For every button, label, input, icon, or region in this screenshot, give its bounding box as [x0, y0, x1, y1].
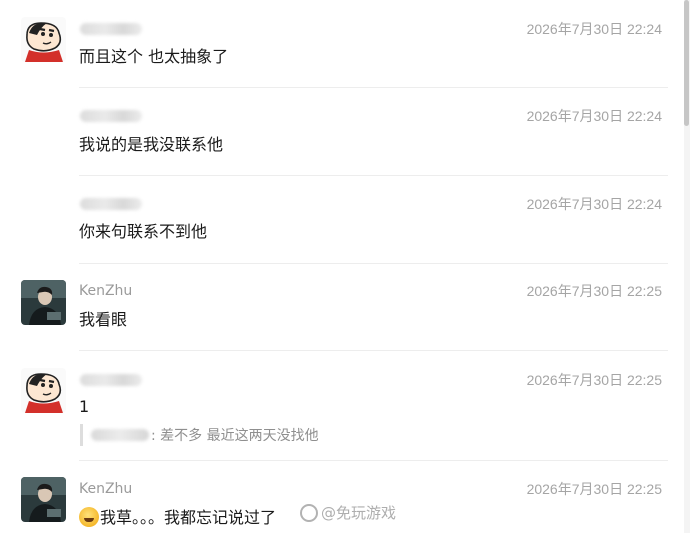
message-text[interactable]: 1: [79, 396, 89, 418]
sender-name-hidden: [80, 23, 142, 35]
watermark: @免玩游戏: [300, 502, 396, 523]
message-text: 我草。。。我都忘记说过了: [100, 508, 277, 527]
crayon-shin-chan-avatar-icon: [21, 17, 66, 62]
quoted-sender-hidden: [91, 429, 149, 441]
avatar[interactable]: [21, 17, 66, 62]
message-divider: [79, 263, 668, 264]
chat-history: 2026年7月30日 22:24 而且这个 也太抽象了 2026年7月30日 2…: [0, 0, 690, 533]
avatar[interactable]: [21, 477, 66, 522]
message-timestamp: 2026年7月30日 22:25: [526, 372, 662, 388]
quoted-text: : 差不多 最近这两天没找他: [151, 428, 319, 444]
message-text[interactable]: 我说的是我没联系他: [79, 134, 223, 156]
avatar[interactable]: [21, 280, 66, 325]
sender-name[interactable]: KenZhu: [79, 282, 132, 300]
dark-photo-avatar-icon: [21, 477, 66, 522]
sender-name-hidden: [80, 110, 142, 122]
sender-name-hidden: [80, 198, 142, 210]
message-divider: [79, 460, 668, 461]
crayon-shin-chan-avatar-icon: [21, 368, 66, 413]
message-text[interactable]: 而且这个 也太抽象了: [79, 46, 228, 68]
scrollbar-thumb[interactable]: [684, 0, 689, 126]
quoted-message[interactable]: : 差不多 最近这两天没找他: [80, 424, 319, 446]
watermark-text: @免玩游戏: [321, 504, 397, 522]
message-timestamp: 2026年7月30日 22:25: [526, 481, 662, 497]
laughing-emoji-icon: [79, 507, 99, 527]
weibo-logo-icon: [300, 503, 318, 522]
sender-name-hidden: [80, 374, 142, 386]
message-divider: [79, 175, 668, 176]
message-timestamp: 2026年7月30日 22:25: [526, 283, 662, 299]
message-divider: [79, 350, 668, 351]
avatar[interactable]: [21, 368, 66, 413]
dark-photo-avatar-icon: [21, 280, 66, 325]
message-timestamp: 2026年7月30日 22:24: [526, 21, 662, 37]
message-timestamp: 2026年7月30日 22:24: [526, 108, 662, 124]
message-timestamp: 2026年7月30日 22:24: [526, 196, 662, 212]
sender-name[interactable]: KenZhu: [79, 480, 132, 498]
message-content[interactable]: 我草。。。我都忘记说过了: [79, 507, 276, 529]
message-text[interactable]: 你来句联系不到他: [79, 221, 207, 243]
message-divider: [79, 87, 668, 88]
message-text[interactable]: 我看眼: [79, 309, 127, 331]
